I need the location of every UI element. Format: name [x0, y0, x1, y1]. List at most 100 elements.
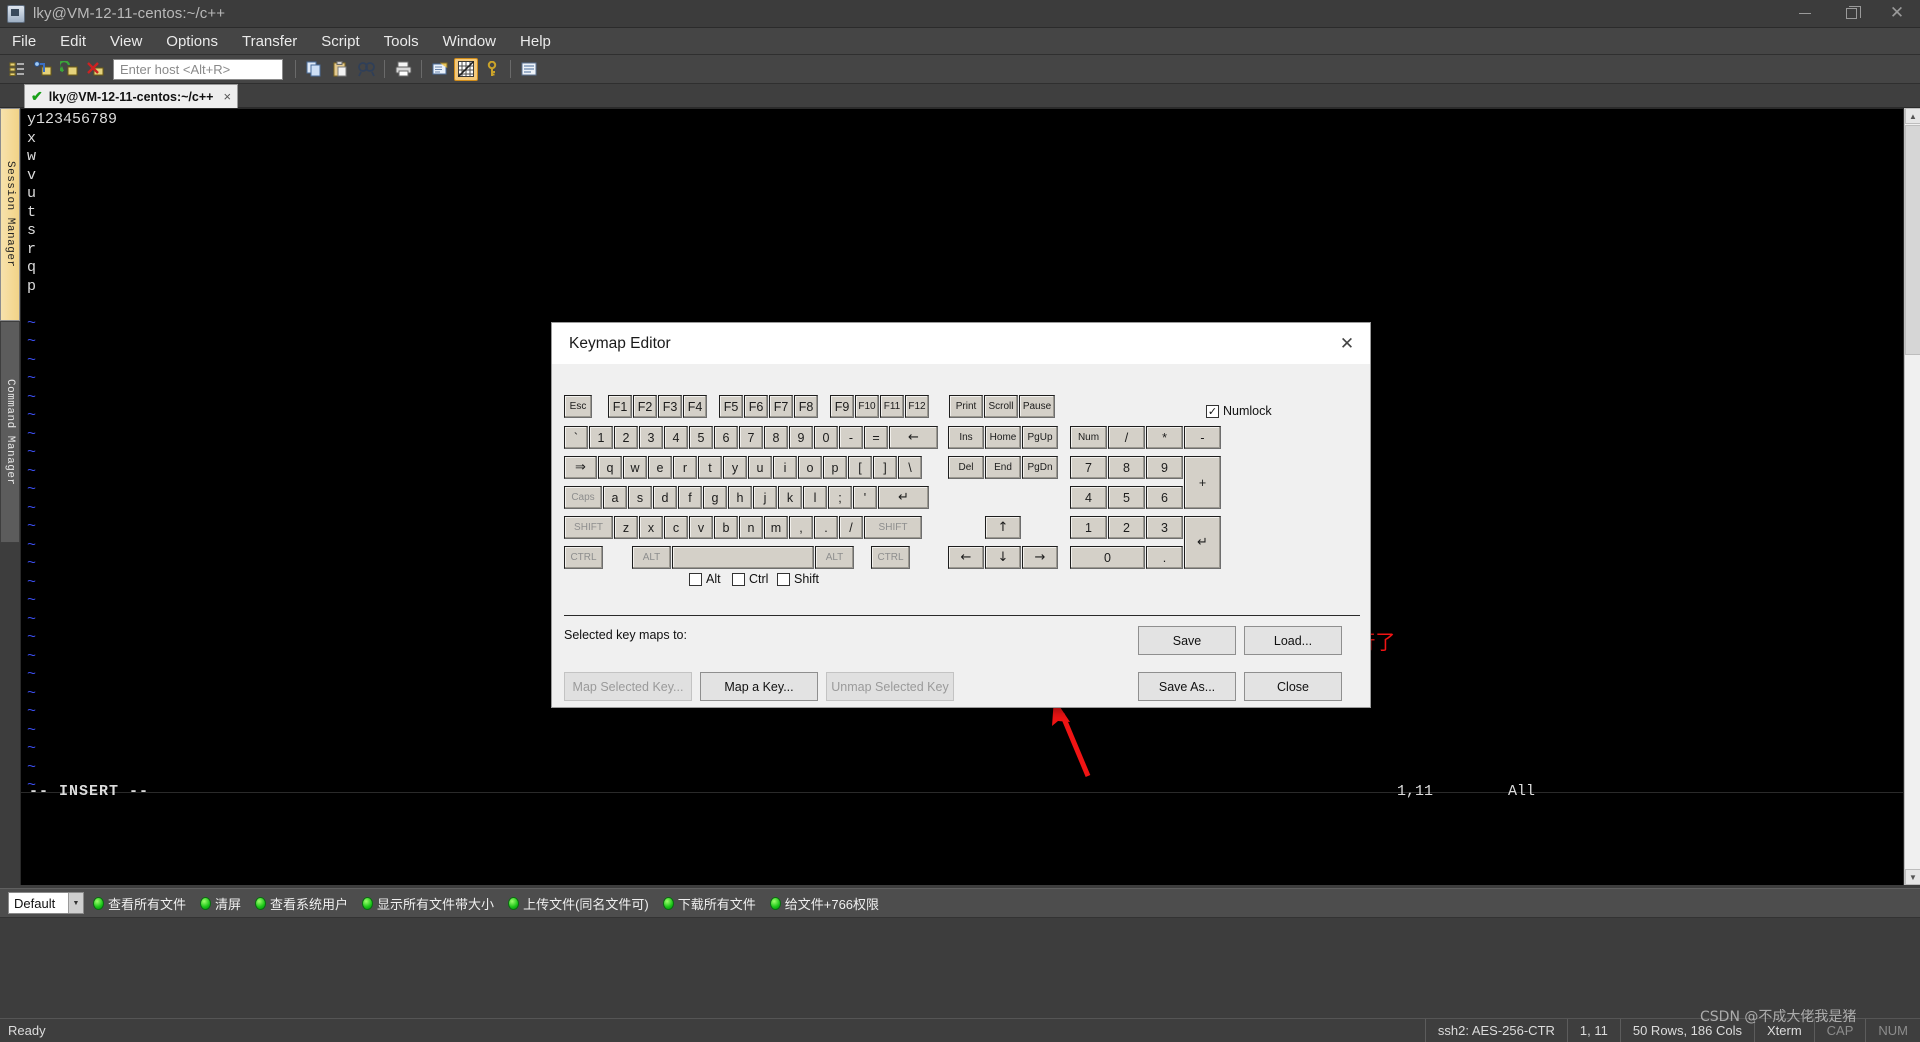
numpad-divide[interactable]: /	[1108, 426, 1145, 449]
key-f4[interactable]: F4	[683, 395, 707, 418]
key-l[interactable]: l	[803, 486, 827, 509]
key-i[interactable]: i	[773, 456, 797, 479]
key-c[interactable]: c	[664, 516, 688, 539]
key-print[interactable]: Print	[949, 395, 983, 418]
tab-close-icon[interactable]: ×	[223, 89, 231, 104]
alt-checkbox-row[interactable]: Alt	[689, 572, 721, 586]
numlock-checkbox-row[interactable]: ✓ Numlock	[1206, 404, 1272, 418]
load-button[interactable]: Load...	[1244, 626, 1342, 655]
map-a-key-button[interactable]: Map a Key...	[700, 672, 818, 701]
numpad-3[interactable]: 3	[1146, 516, 1183, 539]
minimize-button[interactable]	[1782, 0, 1828, 28]
key-r[interactable]: r	[673, 456, 697, 479]
save-as-button[interactable]: Save As...	[1138, 672, 1236, 701]
key-icon[interactable]	[480, 58, 504, 81]
numpad-5[interactable]: 5	[1108, 486, 1145, 509]
key-7[interactable]: 7	[739, 426, 763, 449]
key-f2[interactable]: F2	[633, 395, 657, 418]
key-,[interactable]: ,	[789, 516, 813, 539]
key-s[interactable]: s	[628, 486, 652, 509]
close-button[interactable]: ✕	[1874, 0, 1920, 28]
menu-window[interactable]: Window	[431, 30, 508, 53]
key-pgdn[interactable]: PgDn	[1022, 456, 1058, 479]
key-u[interactable]: u	[748, 456, 772, 479]
options-icon[interactable]	[517, 58, 541, 81]
key-0[interactable]: 0	[814, 426, 838, 449]
key-shift-left[interactable]: SHIFT	[564, 516, 613, 539]
key-w[interactable]: w	[623, 456, 647, 479]
key-n[interactable]: n	[739, 516, 763, 539]
key-v[interactable]: v	[689, 516, 713, 539]
key-ctrl-left[interactable]: CTRL	[564, 546, 603, 569]
key-f1[interactable]: F1	[608, 395, 632, 418]
numpad-num[interactable]: Num	[1070, 426, 1107, 449]
host-input[interactable]: Enter host <Alt+R>	[113, 58, 283, 80]
key-backspace[interactable]: ←	[889, 426, 938, 449]
numpad-0[interactable]: 0	[1070, 546, 1145, 569]
key-`[interactable]: `	[564, 426, 588, 449]
reconnect-icon[interactable]	[57, 58, 81, 81]
numpad-minus[interactable]: -	[1184, 426, 1221, 449]
numlock-checkbox[interactable]: ✓	[1206, 404, 1219, 418]
key-arrow-left[interactable]: ←	[948, 546, 984, 569]
menu-tools[interactable]: Tools	[372, 30, 431, 53]
key-5[interactable]: 5	[689, 426, 713, 449]
key-4[interactable]: 4	[664, 426, 688, 449]
key-8[interactable]: 8	[764, 426, 788, 449]
key-][interactable]: ]	[873, 456, 897, 479]
key-q[interactable]: q	[598, 456, 622, 479]
key-f5[interactable]: F5	[719, 395, 743, 418]
numpad-9[interactable]: 9	[1146, 456, 1183, 479]
menu-options[interactable]: Options	[154, 30, 230, 53]
maximize-button[interactable]	[1828, 0, 1874, 28]
key-f7[interactable]: F7	[769, 395, 793, 418]
key-f3[interactable]: F3	[658, 395, 682, 418]
key-e[interactable]: e	[648, 456, 672, 479]
numpad-plus[interactable]: +	[1184, 456, 1221, 509]
menu-help[interactable]: Help	[508, 30, 563, 53]
key-shift-right[interactable]: SHIFT	[864, 516, 922, 539]
key-f8[interactable]: F8	[794, 395, 818, 418]
button-bar-item-2[interactable]: 查看系统用户	[248, 892, 355, 915]
ctrl-checkbox-row[interactable]: Ctrl	[732, 572, 768, 586]
key-\[interactable]: \	[898, 456, 922, 479]
key-g[interactable]: g	[703, 486, 727, 509]
key--[interactable]: -	[839, 426, 863, 449]
key-[[interactable]: [	[848, 456, 872, 479]
key-x[interactable]: x	[639, 516, 663, 539]
key-alt-left[interactable]: ALT	[632, 546, 671, 569]
scrollbar-thumb[interactable]	[1905, 125, 1920, 355]
key-space[interactable]	[672, 546, 814, 569]
key-arrow-down[interactable]: ↓	[985, 546, 1021, 569]
key-f11[interactable]: F11	[880, 395, 904, 418]
session-manager-icon[interactable]	[5, 58, 29, 81]
unmap-selected-key-button[interactable]: Unmap Selected Key	[826, 672, 954, 701]
key-3[interactable]: 3	[639, 426, 663, 449]
copy-icon[interactable]	[302, 58, 326, 81]
key-f12[interactable]: F12	[905, 395, 929, 418]
key-m[interactable]: m	[764, 516, 788, 539]
chevron-down-icon[interactable]: ▼	[68, 893, 83, 913]
key-f9[interactable]: F9	[830, 395, 854, 418]
terminal-scrollbar[interactable]: ▲ ▼	[1904, 108, 1920, 885]
shift-checkbox-row[interactable]: Shift	[777, 572, 819, 586]
key-h[interactable]: h	[728, 486, 752, 509]
button-bar-item-0[interactable]: 查看所有文件	[86, 892, 193, 915]
menu-file[interactable]: File	[0, 30, 48, 53]
save-button[interactable]: Save	[1138, 626, 1236, 655]
numpad-4[interactable]: 4	[1070, 486, 1107, 509]
disconnect-icon[interactable]	[83, 58, 107, 81]
key-arrow-up[interactable]: ↑	[985, 516, 1021, 539]
numpad-1[interactable]: 1	[1070, 516, 1107, 539]
key-1[interactable]: 1	[589, 426, 613, 449]
key-del[interactable]: Del	[948, 456, 984, 479]
key-9[interactable]: 9	[789, 426, 813, 449]
key-k[interactable]: k	[778, 486, 802, 509]
key-ins[interactable]: Ins	[948, 426, 984, 449]
key-.[interactable]: .	[814, 516, 838, 539]
key-enter[interactable]: ↵	[878, 486, 929, 509]
map-selected-key-button[interactable]: Map Selected Key...	[564, 672, 692, 701]
button-bar-item-3[interactable]: 显示所有文件带大小	[355, 892, 501, 915]
menu-view[interactable]: View	[98, 30, 154, 53]
shift-checkbox[interactable]	[777, 572, 790, 586]
